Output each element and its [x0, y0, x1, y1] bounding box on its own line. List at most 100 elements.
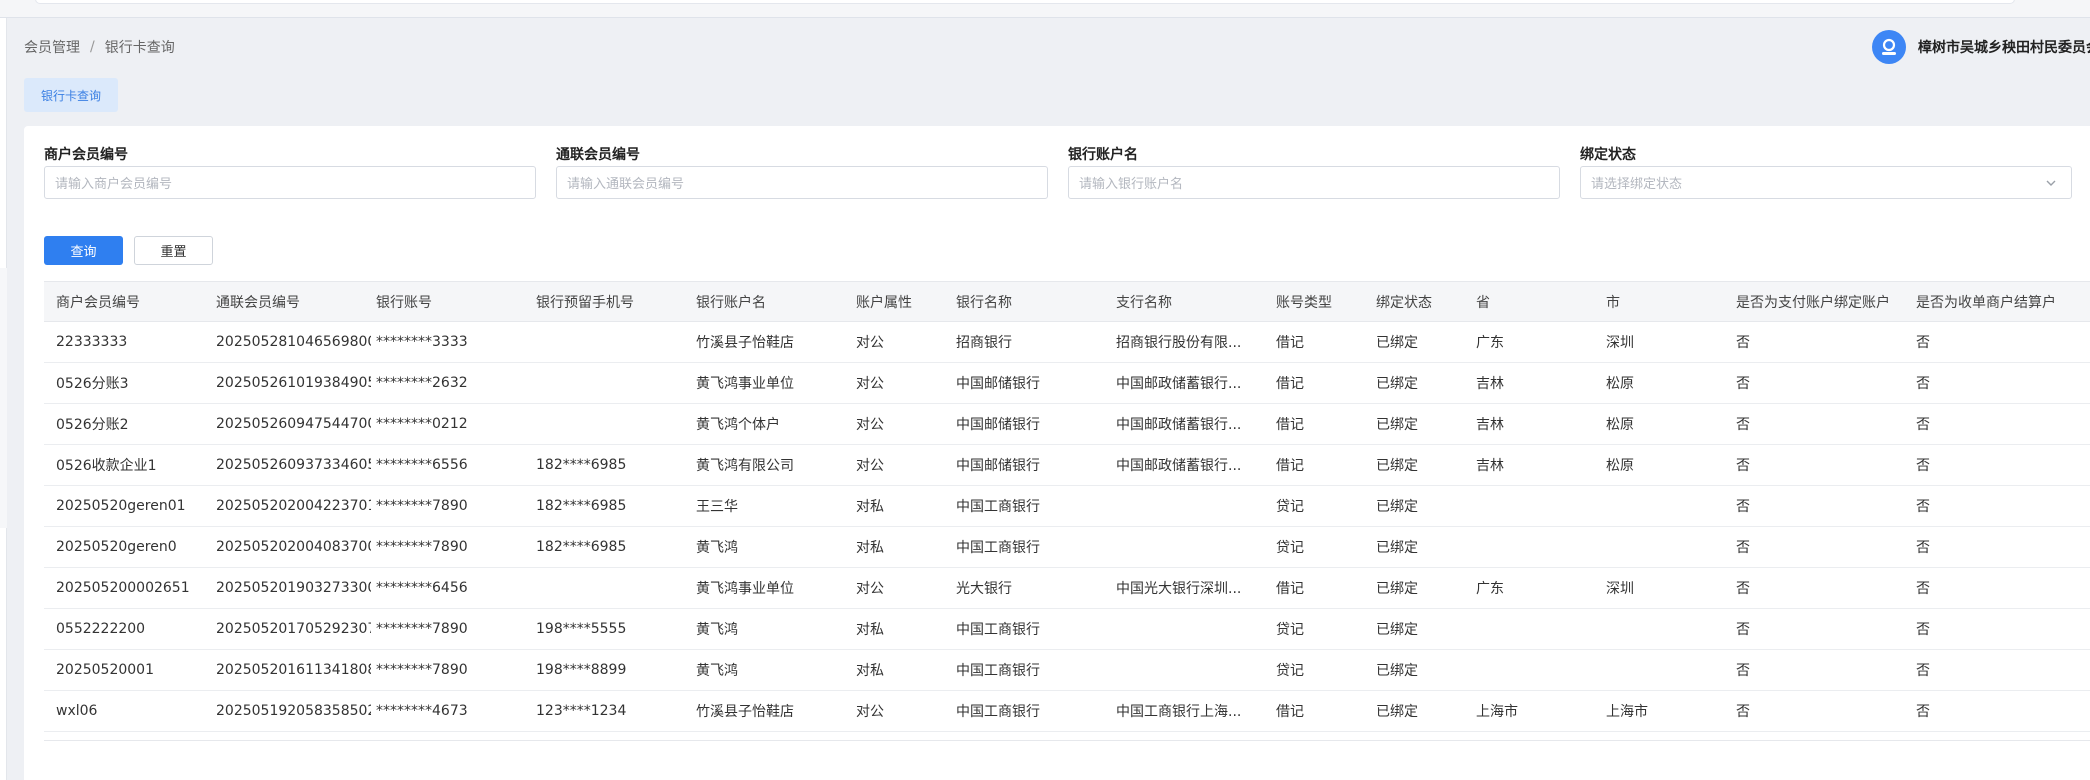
table-cell — [1476, 486, 1601, 526]
table-row[interactable]: 0526分账3 20250526101938490519 ********2632 黄… — [44, 363, 2090, 404]
table-row[interactable]: 0552222200 20250520170529230731 ********78… — [44, 609, 2090, 650]
table-cell: 深圳 — [1606, 335, 1634, 351]
bank-card-table: 商户会员编号 通联会员编号 银行账号 银行预留手机号 银行账户名 账户属性 银行名称 支行名称… — [44, 281, 2090, 741]
table-cell — [1606, 609, 1731, 649]
table-cell: 中国邮政储蓄银行... — [1116, 376, 1242, 392]
table-cell: 上海市 — [1606, 704, 1648, 720]
user-avatar-icon[interactable] — [1872, 30, 1906, 64]
table-cell — [536, 322, 691, 362]
table-cell: 182****6985 — [536, 539, 627, 555]
table-cell: 已绑定 — [1376, 458, 1418, 474]
table-cell: 已绑定 — [1376, 704, 1418, 720]
table-cell: 对公 — [856, 581, 884, 597]
table-cell: 否 — [1736, 376, 1750, 392]
table-cell: 贷记 — [1276, 622, 1304, 638]
table-cell: 否 — [1736, 581, 1750, 597]
table-cell: 对公 — [856, 417, 884, 433]
table-cell — [1606, 486, 1731, 526]
table-cell: 中国邮储银行 — [956, 417, 1040, 433]
top-tab-strip — [35, 0, 2015, 4]
table-cell: 否 — [1736, 663, 1750, 679]
query-button[interactable]: 查询 — [44, 236, 123, 265]
table-cell: 20250526101938490519 — [216, 375, 371, 391]
table-cell: 202505200002651 — [56, 580, 190, 596]
table-row[interactable]: 0526收款企业1 20250526093733460522 ********655… — [44, 445, 2090, 486]
table-cell: 吉林 — [1476, 417, 1504, 433]
table-cell: 否 — [1916, 581, 1930, 597]
table-cell: 否 — [1736, 335, 1750, 351]
table-cell: 20250528104656980003 — [216, 334, 371, 350]
table-cell: 否 — [1736, 458, 1750, 474]
table-row[interactable]: 20250520001 20250520161134180816 ********7… — [44, 650, 2090, 691]
user-name: 樟树市吴城乡秧田村民委员会 — [1918, 40, 2090, 56]
bank-account-name-placeholder: 请输入银行账户名 — [1079, 177, 1184, 192]
table-cell: 借记 — [1276, 417, 1304, 433]
breadcrumb-parent[interactable]: 会员管理 — [24, 37, 80, 57]
table-row[interactable]: 20250520geren01 20250520200422370103 *****… — [44, 486, 2090, 527]
allinpay-member-id-input[interactable]: 请输入通联会员编号 — [556, 166, 1048, 199]
table-cell: 123****1234 — [536, 703, 627, 719]
table-cell: 借记 — [1276, 335, 1304, 351]
table-cell: 招商银行 — [956, 335, 1012, 351]
top-bar — [0, 0, 2090, 18]
bank-account-name-label: 银行账户名 — [1068, 147, 1138, 163]
column-header: 省 — [1476, 294, 1490, 311]
table-row[interactable]: 202505200002651 20250520190327330017 *****… — [44, 568, 2090, 609]
table-cell: 20250520200408370020 — [216, 539, 371, 555]
table-row[interactable]: 0526分账2 20250526094754470020 ********0212 黄… — [44, 404, 2090, 445]
tab-bank-card-query[interactable]: 银行卡查询 — [24, 78, 118, 112]
table-cell: 贷记 — [1276, 499, 1304, 515]
table-cell: 黄飞鸿个体户 — [696, 417, 780, 433]
table-cell: ********4673 — [376, 703, 468, 719]
table-cell — [536, 363, 691, 403]
sidebar-edge — [0, 18, 7, 780]
column-header: 是否为支付账户绑定账户 — [1736, 294, 1890, 311]
table-cell: 黄飞鸿 — [696, 540, 738, 556]
table-cell: 20250526094754470020 — [216, 416, 371, 432]
table-row[interactable]: 20250520geren0 20250520200408370020 ******… — [44, 527, 2090, 568]
table-cell: 对私 — [856, 499, 884, 515]
bank-account-name-input[interactable]: 请输入银行账户名 — [1068, 166, 1560, 199]
table-cell: 松原 — [1606, 458, 1634, 474]
table-cell: 松原 — [1606, 417, 1634, 433]
table-cell: 20250520190327330017 — [216, 580, 371, 596]
table-cell: ********7890 — [376, 498, 468, 514]
table-cell: 对公 — [856, 704, 884, 720]
table-cell: 0552222200 — [56, 621, 146, 637]
bind-status-select[interactable]: 请选择绑定状态 — [1580, 166, 2072, 199]
table-cell: 王三华 — [696, 499, 738, 515]
column-header: 绑定状态 — [1376, 294, 1432, 311]
table-cell: 已绑定 — [1376, 540, 1418, 556]
table-cell — [1116, 527, 1264, 567]
table-cell: 黄飞鸿事业单位 — [696, 581, 794, 597]
table-cell: 贷记 — [1276, 663, 1304, 679]
table-cell: 黄飞鸿事业单位 — [696, 376, 794, 392]
table-cell: 中国邮政储蓄银行... — [1116, 417, 1242, 433]
table-cell: 中国工商银行 — [956, 704, 1040, 720]
bind-status-placeholder: 请选择绑定状态 — [1591, 177, 1683, 192]
table-cell: 黄飞鸿 — [696, 663, 738, 679]
table-row[interactable]: wxl06 20250519205835850212 ********4673 123… — [44, 691, 2090, 732]
reset-button[interactable]: 重置 — [134, 236, 213, 265]
table-row[interactable]: 22333333 20250528104656980003 ********3333… — [44, 322, 2090, 363]
table-cell: 否 — [1736, 417, 1750, 433]
table-cell: 对公 — [856, 376, 884, 392]
table-cell: 中国光大银行深圳... — [1116, 581, 1242, 597]
table-cell: 借记 — [1276, 458, 1304, 474]
merchant-member-id-input[interactable]: 请输入商户会员编号 — [44, 166, 536, 199]
table-cell: 否 — [1916, 622, 1930, 638]
breadcrumb-separator: / — [90, 39, 95, 55]
table-cell — [1606, 527, 1731, 567]
table-cell: 否 — [1736, 622, 1750, 638]
table-cell: 198****8899 — [536, 662, 627, 678]
sidebar-edge-mark — [0, 268, 7, 528]
user-info[interactable]: 樟树市吴城乡秧田村民委员会 — [1872, 30, 2090, 64]
column-header: 通联会员编号 — [216, 294, 300, 311]
allinpay-member-id-label: 通联会员编号 — [556, 147, 640, 163]
chevron-down-icon — [2045, 177, 2057, 193]
table-cell — [536, 404, 691, 444]
table-cell: ********0212 — [376, 416, 468, 432]
table-cell: 20250520geren01 — [56, 498, 186, 514]
table-cell: 中国工商银行 — [956, 622, 1040, 638]
column-header: 市 — [1606, 294, 1620, 311]
